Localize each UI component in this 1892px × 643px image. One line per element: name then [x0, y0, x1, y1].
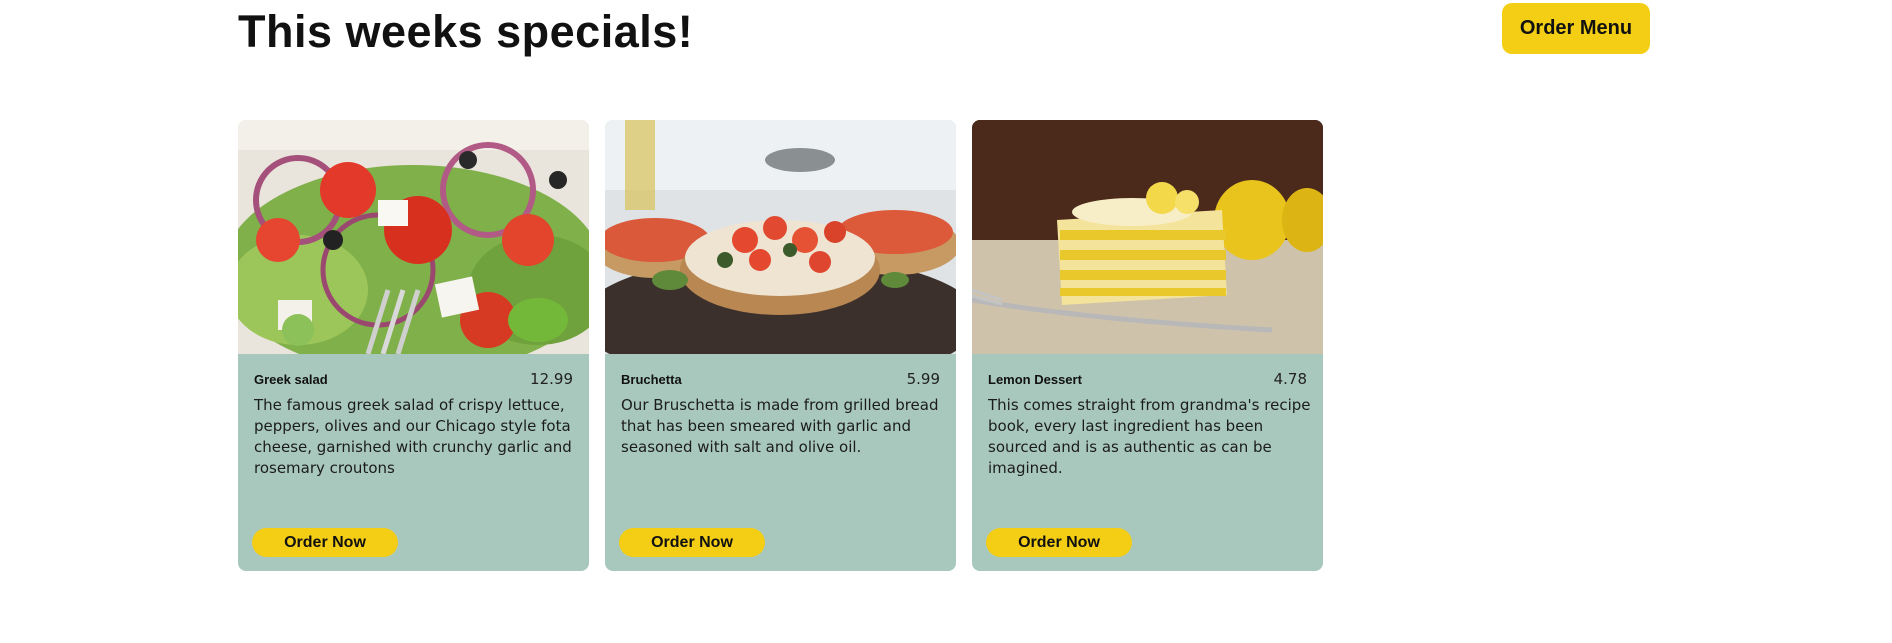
specials-cards: Greek salad 12.99 The famous greek salad… [238, 120, 1323, 571]
specials-section: This weeks specials! Order Menu Greek sa… [0, 0, 1892, 643]
dish-name: Lemon Dessert [988, 372, 1082, 387]
card-header: Lemon Dessert 4.78 [988, 370, 1307, 388]
special-card-lemon-dessert: Lemon Dessert 4.78 This comes straight f… [972, 120, 1323, 571]
bruschetta-image [605, 120, 956, 354]
dish-price: 4.78 [1273, 370, 1307, 388]
dish-price: 12.99 [530, 370, 573, 388]
special-card-greek-salad: Greek salad 12.99 The famous greek salad… [238, 120, 589, 571]
order-now-button[interactable]: Order Now [619, 528, 765, 557]
order-now-button[interactable]: Order Now [986, 528, 1132, 557]
card-header: Greek salad 12.99 [254, 370, 573, 388]
page-title: This weeks specials! [238, 6, 694, 57]
card-header: Bruchetta 5.99 [621, 370, 940, 388]
greek-salad-image [238, 120, 589, 354]
dish-name: Greek salad [254, 372, 328, 387]
dish-price: 5.99 [906, 370, 940, 388]
dish-description: This comes straight from grandma's recip… [988, 396, 1311, 477]
dish-description: The famous greek salad of crispy lettuce… [254, 396, 572, 477]
dish-description: Our Bruschetta is made from grilled brea… [621, 396, 939, 456]
special-card-bruchetta: Bruchetta 5.99 Our Bruschetta is made fr… [605, 120, 956, 571]
order-menu-button[interactable]: Order Menu [1502, 3, 1650, 54]
dish-name: Bruchetta [621, 372, 682, 387]
lemon-dessert-image [972, 120, 1323, 354]
order-now-button[interactable]: Order Now [252, 528, 398, 557]
